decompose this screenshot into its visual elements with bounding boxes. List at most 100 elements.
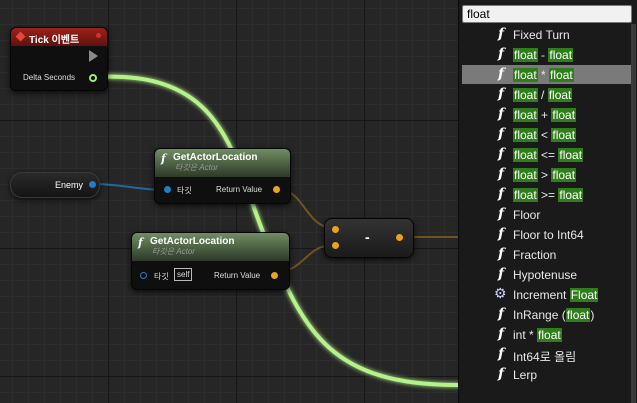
menu-item-label: Int64로 올림 <box>513 350 577 364</box>
close-dot-icon <box>96 33 101 38</box>
target-label-1: 타깃 <box>177 186 192 195</box>
function-icon: f <box>498 186 505 202</box>
function-icon: f <box>498 146 505 162</box>
return-value-label-1: Return Value <box>216 185 263 194</box>
match-highlight: float <box>513 48 538 62</box>
function-icon: f <box>498 366 505 382</box>
menu-item[interactable]: f Hypotenuse <box>462 265 632 284</box>
get-actor-location-node-1[interactable]: f GetActorLocation 타깃은 Actor 타깃 Return V… <box>154 148 291 204</box>
match-highlight: float <box>513 108 538 122</box>
get-actor-location-header-1: f GetActorLocation 타깃은 Actor <box>155 149 290 177</box>
menu-item-label: float - float <box>513 48 574 62</box>
menu-item[interactable]: f Int64로 올림 <box>462 345 632 364</box>
function-icon: f <box>498 246 505 262</box>
menu-item[interactable]: ⚙ Increment Float <box>462 285 632 304</box>
subtract-output-pin[interactable] <box>396 234 403 241</box>
menu-item-label: InRange (float) <box>513 308 595 322</box>
menu-item[interactable]: f float < float <box>462 125 632 144</box>
function-icon: f <box>498 266 505 282</box>
menu-item-label: float + float <box>513 108 577 122</box>
function-icon: f <box>498 346 505 362</box>
menu-item[interactable]: f float <= float <box>462 145 632 164</box>
enemy-label: Enemy <box>55 180 84 190</box>
menu-item[interactable]: f InRange (float) <box>462 305 632 324</box>
menu-item[interactable]: f float / float <box>462 85 632 104</box>
function-icon: f <box>138 236 143 249</box>
match-highlight: Float <box>569 288 599 302</box>
self-value-box[interactable]: self <box>174 268 193 281</box>
function-icon: f <box>498 166 505 182</box>
subtract-operator: - <box>365 229 370 245</box>
menu-item-label: float <= float <box>513 148 584 162</box>
match-highlight: float <box>513 68 538 82</box>
search-input[interactable] <box>462 5 632 23</box>
function-icon: f <box>498 326 505 342</box>
function-icon: f <box>498 226 505 242</box>
exec-output-pin[interactable] <box>89 50 98 62</box>
menu-item-label: float > float <box>513 168 577 182</box>
function-icon: f <box>498 206 505 222</box>
menu-item[interactable]: f Fixed Turn <box>462 25 632 44</box>
event-diamond-icon <box>15 31 26 42</box>
function-icon: f <box>161 152 166 165</box>
match-highlight: float <box>565 308 591 322</box>
menu-item[interactable]: f Floor <box>462 205 632 224</box>
get-actor-location-node-2[interactable]: f GetActorLocation 타깃은 Actor 타깃 self Ret… <box>131 232 290 290</box>
menu-item[interactable]: f Lerp <box>462 365 632 384</box>
menu-item[interactable]: f float >= float <box>462 185 632 204</box>
function-icon: f <box>498 86 505 102</box>
match-highlight: float <box>558 188 584 202</box>
return-value-pin-2[interactable] <box>271 272 278 279</box>
match-highlight: float <box>547 88 573 102</box>
menu-item-label: Increment Float <box>513 288 599 302</box>
menu-item[interactable]: f int * float <box>462 325 632 344</box>
function-icon: f <box>498 46 505 62</box>
return-value-label-2: Return Value <box>214 271 261 280</box>
enemy-variable-node[interactable]: Enemy <box>10 172 100 198</box>
menu-item[interactable]: f float > float <box>462 165 632 184</box>
tick-event-title: Tick 이벤트 <box>29 35 80 46</box>
match-highlight: float <box>548 48 574 62</box>
match-highlight: float <box>513 128 538 142</box>
enemy-output-pin[interactable] <box>89 181 96 188</box>
match-highlight: float <box>513 188 538 202</box>
subtract-input-pin-b[interactable] <box>332 242 339 249</box>
menu-item-label: Hypotenuse <box>513 268 578 282</box>
menu-item-label: Floor <box>513 208 541 222</box>
tick-event-node[interactable]: Tick 이벤트 Delta Seconds <box>10 27 108 91</box>
menu-item[interactable]: f float * float <box>462 65 632 84</box>
menu-item-label: float >= float <box>513 188 584 202</box>
menu-item[interactable]: f Floor to Int64 <box>462 225 632 244</box>
menu-item[interactable]: f float - float <box>462 45 632 64</box>
match-highlight: float <box>551 168 577 182</box>
menu-item[interactable]: f Fraction <box>462 245 632 264</box>
menu-item-label: Fraction <box>513 248 557 262</box>
gear-icon: ⚙ <box>494 286 507 302</box>
menu-item-label: Fixed Turn <box>513 28 570 42</box>
return-value-pin-1[interactable] <box>273 186 280 193</box>
subtract-node[interactable]: - <box>324 218 414 258</box>
menu-item-label: float / float <box>513 88 573 102</box>
function-icon: f <box>498 66 505 82</box>
menu-item-label: Lerp <box>513 368 538 382</box>
function-icon: f <box>498 26 505 42</box>
match-highlight: float <box>513 148 538 162</box>
delta-seconds-pin[interactable] <box>89 74 97 82</box>
menu-item-label: Floor to Int64 <box>513 228 584 242</box>
match-highlight: float <box>549 68 574 82</box>
menu-item-label: float < float <box>513 128 577 142</box>
get-actor-location-subtitle-2: 타깃은 Actor <box>152 247 195 256</box>
menu-scrollbar[interactable] <box>631 24 636 403</box>
function-icon: f <box>498 126 505 142</box>
subtract-input-pin-a[interactable] <box>332 226 339 233</box>
match-highlight: float <box>513 168 538 182</box>
match-highlight: float <box>551 108 577 122</box>
function-icon: f <box>498 106 505 122</box>
menu-item[interactable]: f float + float <box>462 105 632 124</box>
target-pin-1[interactable] <box>164 186 171 193</box>
target-pin-2[interactable] <box>140 272 147 279</box>
target-label-2: 타깃 <box>154 272 169 281</box>
menu-item-label: int * float <box>513 328 562 342</box>
tick-event-header: Tick 이벤트 <box>11 28 107 46</box>
match-highlight: float <box>513 88 538 102</box>
